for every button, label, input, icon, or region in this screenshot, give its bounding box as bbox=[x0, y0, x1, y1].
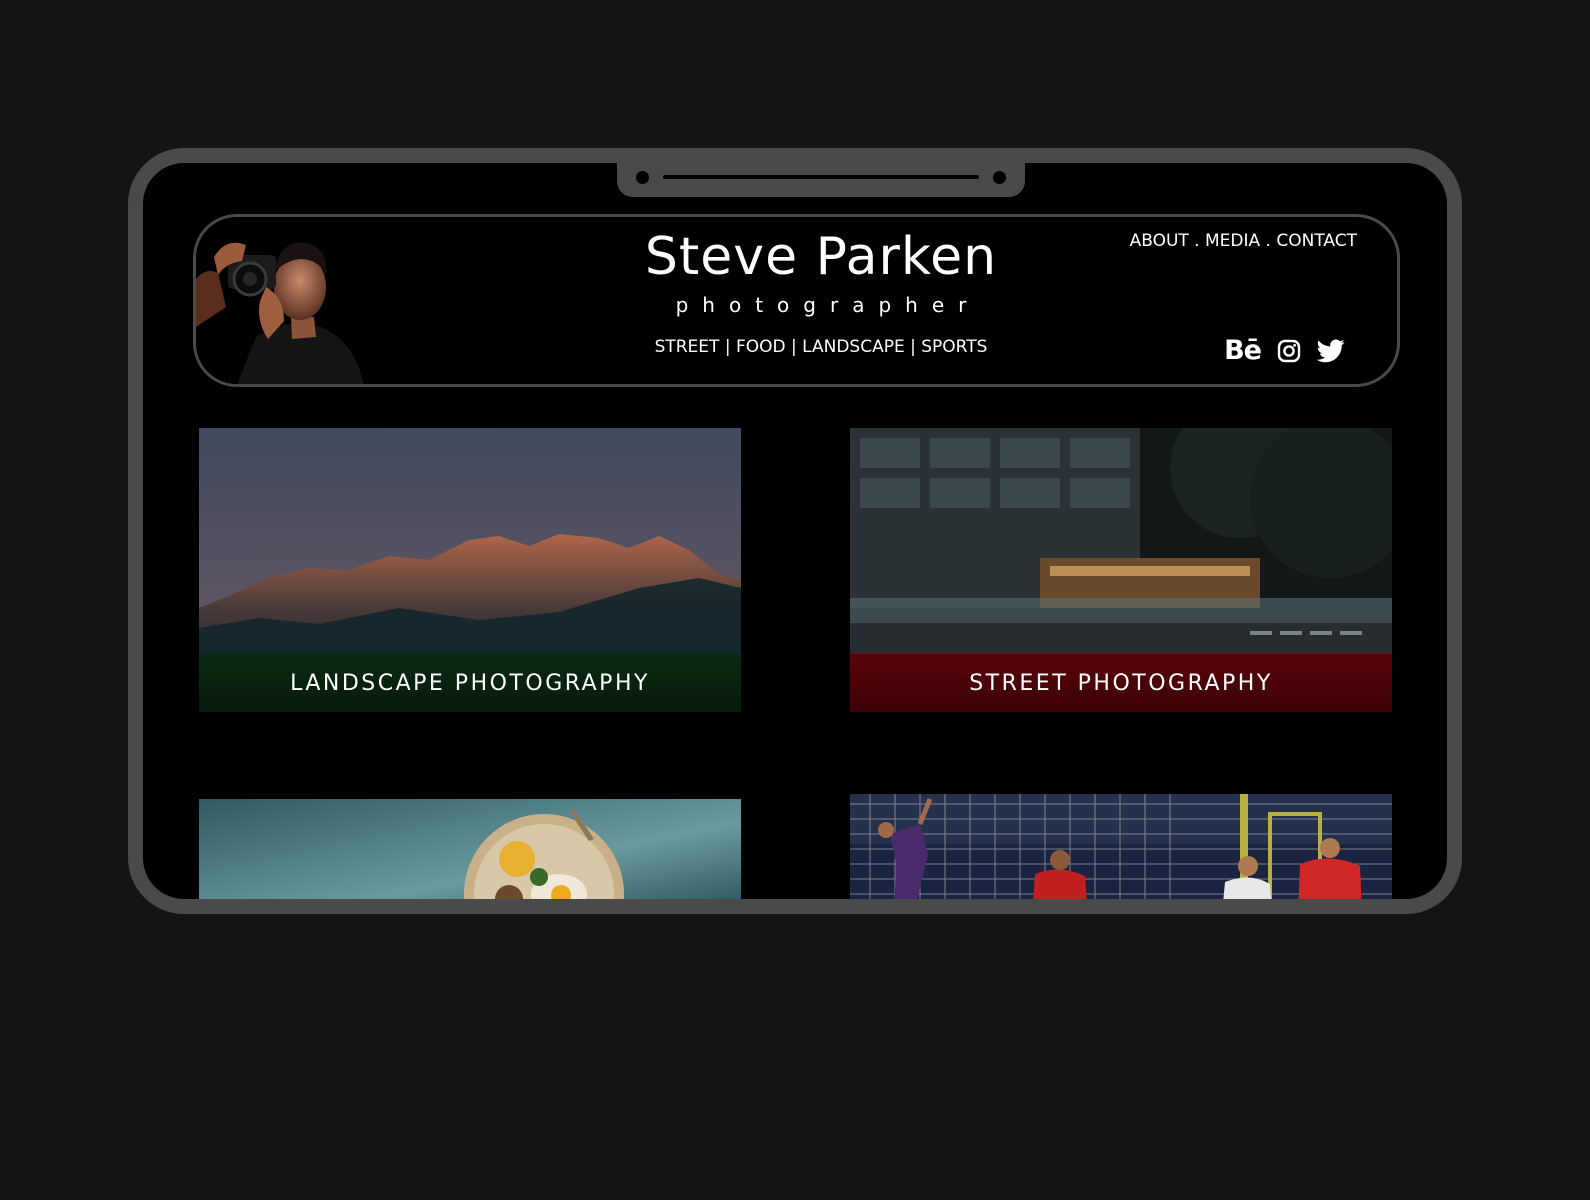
device-frame: Steve Parken photographer STREET | FOOD … bbox=[128, 148, 1462, 914]
instagram-icon[interactable] bbox=[1277, 339, 1301, 363]
top-nav: ABOUT . MEDIA . CONTACT bbox=[1130, 231, 1357, 251]
notch-sensor bbox=[636, 171, 649, 184]
food-gallery-card[interactable] bbox=[199, 799, 741, 899]
site-subtitle: photographer bbox=[675, 293, 981, 317]
nav-separator: . bbox=[1260, 231, 1277, 251]
street-gallery-card[interactable]: STREET PHOTOGRAPHY bbox=[850, 428, 1392, 712]
landscape-gallery-card[interactable]: LANDSCAPE PHOTOGRAPHY bbox=[199, 428, 741, 712]
behance-icon[interactable]: Bē bbox=[1224, 337, 1262, 364]
site-title[interactable]: Steve Parken bbox=[636, 228, 1006, 286]
landscape-caption: LANDSCAPE PHOTOGRAPHY bbox=[199, 654, 741, 712]
nav-contact-link[interactable]: CONTACT bbox=[1276, 231, 1357, 251]
nav-media-link[interactable]: MEDIA bbox=[1205, 231, 1260, 251]
sports-photo bbox=[850, 794, 1392, 899]
notch-speaker bbox=[663, 175, 979, 179]
photographer-avatar bbox=[196, 217, 368, 384]
street-caption: STREET PHOTOGRAPHY bbox=[850, 654, 1392, 712]
site-header: Steve Parken photographer STREET | FOOD … bbox=[193, 214, 1400, 387]
device-notch bbox=[617, 163, 1025, 197]
category-nav[interactable]: STREET | FOOD | LANDSCAPE | SPORTS bbox=[636, 337, 1006, 357]
food-photo bbox=[199, 799, 741, 899]
twitter-icon[interactable] bbox=[1317, 338, 1345, 363]
social-links: Bē bbox=[1224, 337, 1345, 364]
nav-separator: . bbox=[1188, 231, 1205, 251]
sports-gallery-card[interactable] bbox=[850, 794, 1392, 899]
notch-camera bbox=[993, 171, 1006, 184]
nav-about-link[interactable]: ABOUT bbox=[1130, 231, 1189, 251]
page: Steve Parken photographer STREET | FOOD … bbox=[0, 0, 1590, 1200]
